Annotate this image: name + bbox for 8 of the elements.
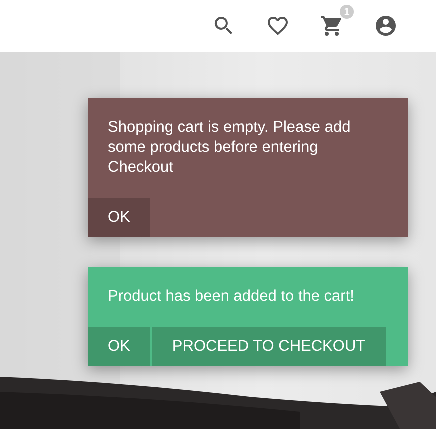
cart-icon[interactable]	[320, 14, 344, 38]
action-button[interactable]: OK	[88, 198, 150, 237]
heart-icon[interactable]	[266, 14, 290, 38]
account-icon[interactable]	[374, 14, 398, 38]
notification-message: Product has been added to the cart!	[107, 287, 356, 307]
action-button[interactable]: OK	[88, 327, 150, 366]
notification-message: Shopping cart is empty. Please add some products before entering Checkout	[107, 118, 352, 178]
action-button[interactable]: PROCEED TO CHECKOUT	[152, 327, 386, 366]
